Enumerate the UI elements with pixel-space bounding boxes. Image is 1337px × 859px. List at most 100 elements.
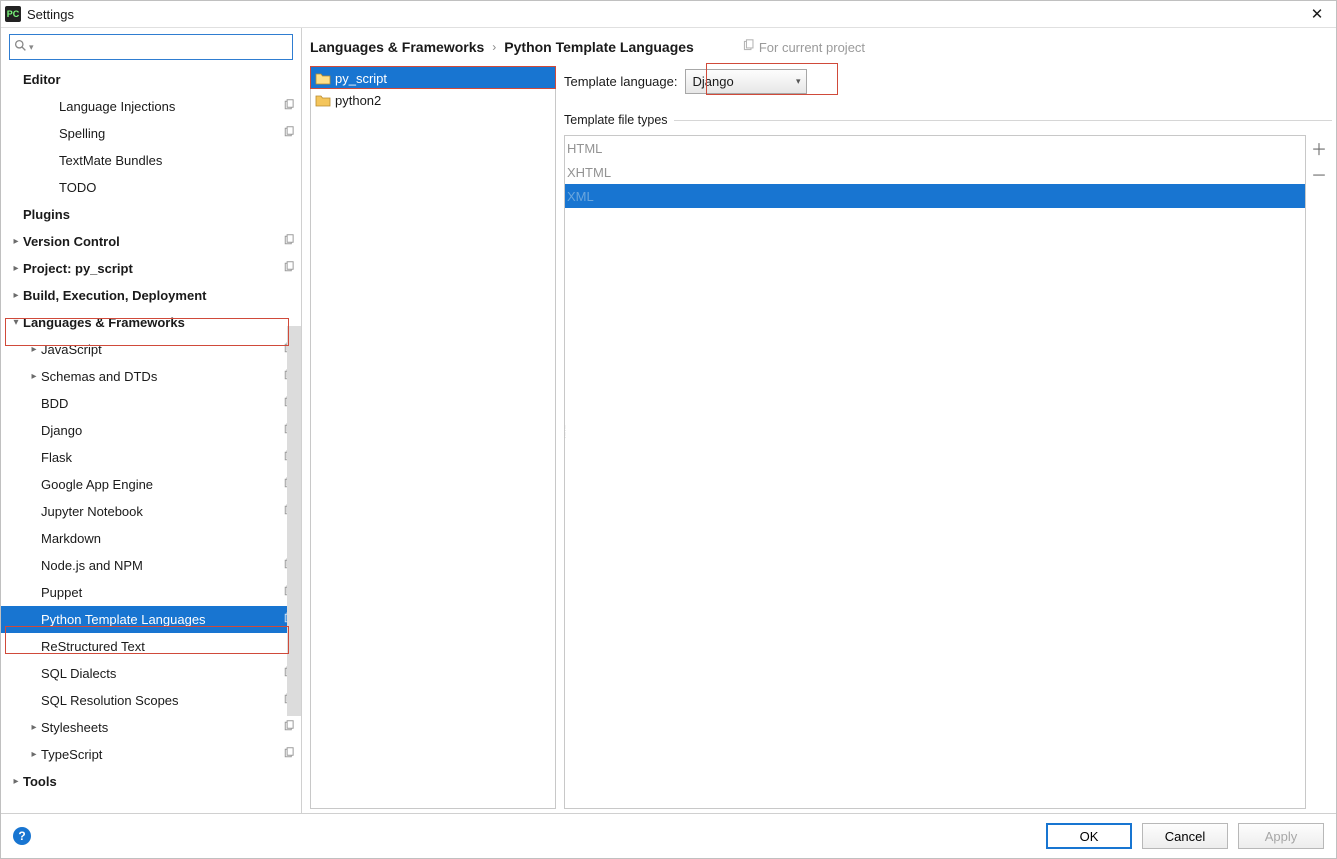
chevron-down-icon: ▾	[796, 76, 801, 87]
file-type-item[interactable]: HTML	[565, 136, 1305, 160]
tree-item[interactable]: ▸TODO	[1, 174, 301, 201]
tree-item[interactable]: ▸Flask	[1, 444, 301, 471]
tree-item[interactable]: ▸Node.js and NPM	[1, 552, 301, 579]
apply-button[interactable]: Apply	[1238, 823, 1324, 849]
tree-item-label: Markdown	[41, 531, 295, 546]
footer: ? OK Cancel Apply	[1, 813, 1336, 858]
tree-item-label: TextMate Bundles	[59, 153, 295, 168]
main-panel: Languages & Frameworks › Python Template…	[302, 28, 1336, 813]
scrollbar-thumb[interactable]	[287, 326, 301, 716]
tree-item-label: Google App Engine	[41, 477, 279, 492]
chevron-right-icon[interactable]: ▸	[27, 749, 41, 760]
titlebar: PC Settings ✕	[1, 1, 1336, 28]
tree-item[interactable]: ▸SQL Dialects	[1, 660, 301, 687]
chevron-right-icon[interactable]: ▸	[27, 722, 41, 733]
tree-item[interactable]: ▸TextMate Bundles	[1, 147, 301, 174]
tree-item[interactable]: ▸Editor	[1, 66, 301, 93]
search-input[interactable]	[38, 36, 288, 58]
settings-tree[interactable]: ▸Editor▸Language Injections▸Spelling▸Tex…	[1, 66, 301, 813]
tree-item-label: Plugins	[23, 207, 295, 222]
app-icon: PC	[5, 6, 21, 22]
tree-item[interactable]: ▸Jupyter Notebook	[1, 498, 301, 525]
tree-item-label: Languages & Frameworks	[23, 315, 295, 330]
tree-item[interactable]: ▸Version Control	[1, 228, 301, 255]
template-language-label: Template language:	[564, 74, 677, 89]
tree-item[interactable]: ▸ReStructured Text	[1, 633, 301, 660]
chevron-down-icon[interactable]: ▾	[9, 317, 23, 328]
template-file-types-group: Template file types HTMLXHTMLXML ＋ －	[564, 106, 1332, 809]
tree-item[interactable]: ▸BDD	[1, 390, 301, 417]
tree-item[interactable]: ▸JavaScript	[1, 336, 301, 363]
template-language-combo[interactable]: Django ▾	[685, 69, 807, 94]
chevron-right-icon: ›	[492, 40, 496, 54]
tree-item[interactable]: ▸Tools	[1, 768, 301, 795]
project-item[interactable]: python2	[311, 89, 555, 111]
add-button[interactable]: ＋	[1308, 137, 1330, 159]
ok-button[interactable]: OK	[1046, 823, 1132, 849]
tree-item[interactable]: ▸Stylesheets	[1, 714, 301, 741]
tree-item-label: Schemas and DTDs	[41, 369, 279, 384]
window-title: Settings	[27, 7, 1302, 22]
tree-item-label: Jupyter Notebook	[41, 504, 279, 519]
close-icon[interactable]: ✕	[1302, 5, 1332, 23]
tree-item-label: Editor	[23, 72, 295, 87]
tree-item-label: JavaScript	[41, 342, 279, 357]
tree-item-label: BDD	[41, 396, 279, 411]
search-box[interactable]: ▾	[9, 34, 293, 60]
tree-item-label: Tools	[23, 774, 295, 789]
tree-item[interactable]: ▸Schemas and DTDs	[1, 363, 301, 390]
tree-item[interactable]: ▸Plugins	[1, 201, 301, 228]
file-types-toolbar: ＋ －	[1306, 135, 1332, 809]
chevron-right-icon[interactable]: ▸	[9, 263, 23, 274]
tree-item[interactable]: ▸Spelling	[1, 120, 301, 147]
tree-item-label: TypeScript	[41, 747, 279, 762]
tree-item[interactable]: ▸Language Injections	[1, 93, 301, 120]
tree-item-label: Build, Execution, Deployment	[23, 288, 295, 303]
copy-icon	[283, 126, 295, 141]
tree-item[interactable]: ▸TypeScript	[1, 741, 301, 768]
group-label: Template file types	[564, 113, 674, 127]
file-type-item[interactable]: XML	[565, 184, 1305, 208]
scope-label: For current project	[759, 40, 865, 55]
cancel-button[interactable]: Cancel	[1142, 823, 1228, 849]
tree-item[interactable]: ▸Google App Engine	[1, 471, 301, 498]
remove-button[interactable]: －	[1308, 163, 1330, 185]
tree-item[interactable]: ▸Project: py_script	[1, 255, 301, 282]
chevron-right-icon[interactable]: ▸	[27, 344, 41, 355]
help-icon[interactable]: ?	[13, 827, 31, 845]
tree-item-label: TODO	[59, 180, 295, 195]
tree-item-label: ReStructured Text	[41, 639, 295, 654]
file-type-item[interactable]: XHTML	[565, 160, 1305, 184]
main-content: py_script python2 Template language: Djan…	[302, 62, 1336, 813]
chevron-right-icon[interactable]: ▸	[9, 290, 23, 301]
chevron-right-icon[interactable]: ▸	[27, 371, 41, 382]
copy-icon	[742, 39, 755, 55]
search-icon	[14, 39, 27, 55]
tree-item[interactable]: ▸Puppet	[1, 579, 301, 606]
search-dropdown-icon[interactable]: ▾	[29, 42, 34, 53]
search-wrap: ▾	[1, 28, 301, 66]
project-item[interactable]: py_script	[311, 67, 555, 89]
tree-item[interactable]: ▸Django	[1, 417, 301, 444]
file-types-list[interactable]: HTMLXHTMLXML	[564, 135, 1306, 809]
template-language-row: Template language: Django ▾	[564, 66, 1332, 96]
chevron-right-icon[interactable]: ▸	[9, 776, 23, 787]
tree-item[interactable]: ▸Python Template Languages	[1, 606, 301, 633]
tree-item-label: SQL Dialects	[41, 666, 279, 681]
project-item-label: python2	[335, 93, 381, 108]
copy-icon	[283, 720, 295, 735]
tree-item[interactable]: ▸Markdown	[1, 525, 301, 552]
template-language-value: Django	[692, 74, 733, 89]
project-item-label: py_script	[335, 71, 387, 86]
divider	[564, 120, 1332, 121]
tree-item[interactable]: ▸SQL Resolution Scopes	[1, 687, 301, 714]
copy-icon	[283, 234, 295, 249]
tree-item[interactable]: ▾Languages & Frameworks	[1, 309, 301, 336]
projects-list[interactable]: py_script python2	[310, 66, 556, 809]
tree-item-label: Spelling	[59, 126, 279, 141]
breadcrumb-leaf: Python Template Languages	[504, 39, 694, 55]
tree-item[interactable]: ▸Build, Execution, Deployment	[1, 282, 301, 309]
copy-icon	[283, 99, 295, 114]
tree-item-label: Django	[41, 423, 279, 438]
chevron-right-icon[interactable]: ▸	[9, 236, 23, 247]
